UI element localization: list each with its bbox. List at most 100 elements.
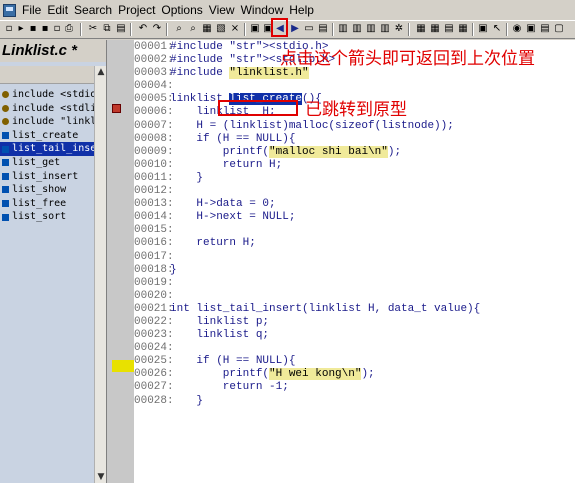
find-files-icon[interactable]: ▦ (200, 22, 214, 36)
scroll-up-icon[interactable]: ▲ (96, 66, 106, 78)
redo-icon[interactable]: ↷ (150, 22, 164, 36)
symbol-item[interactable]: include "linklist. (0, 115, 94, 129)
sync-icon[interactable]: ✲ (392, 22, 406, 36)
code-line[interactable]: 00003: #include "linklist.h" (134, 67, 480, 80)
menu-file[interactable]: File (19, 3, 44, 17)
code-line[interactable]: 00008: if (H == NULL){ (134, 133, 480, 146)
line-number: 00021: (134, 302, 174, 315)
jump-icon[interactable]: ▭ (302, 22, 316, 36)
line-number: 00018: (134, 263, 174, 276)
cascade-icon[interactable]: ▦ (428, 22, 442, 36)
code-line[interactable]: 00023: linklist q; (134, 329, 480, 342)
line-number: 00003: (134, 67, 174, 80)
symbol-item[interactable]: list_tail_insert (0, 142, 94, 156)
code-line[interactable]: 00010: return H; (134, 159, 480, 172)
code-text: printf("malloc shi bai\n"); (170, 145, 402, 158)
menu-search[interactable]: Search (71, 3, 115, 17)
undo-icon[interactable]: ↶ (136, 22, 150, 36)
annotation-jumped: 已跳转到原型 (305, 100, 407, 120)
symbol-item[interactable]: list_insert (0, 170, 94, 184)
list-icon[interactable]: ▤ (316, 22, 330, 36)
symbol-list: include <stdio.h> include <stdlib.h> inclu… (0, 88, 94, 224)
app-icon (3, 3, 16, 17)
tile-icon[interactable]: ▦ (414, 22, 428, 36)
paste-icon[interactable]: ▤ (114, 22, 128, 36)
code-line[interactable]: 00028: } (134, 395, 480, 408)
split-icon[interactable]: ▤ (442, 22, 456, 36)
file-title[interactable]: Linklist.c * (0, 40, 106, 62)
menu-edit[interactable]: Edit (44, 3, 71, 17)
symbol-label: include <stdio.h> (12, 89, 94, 100)
cut-icon[interactable]: ✂ (86, 22, 100, 36)
code-line[interactable]: 00019: (134, 277, 480, 290)
code-line[interactable]: 00021: int list_tail_insert(linklist H, d… (134, 303, 480, 316)
line-number: 00012: (134, 185, 174, 198)
scroll-down-icon[interactable]: ▼ (96, 471, 106, 483)
layout-icon[interactable]: ▦ (456, 22, 470, 36)
code-line[interactable]: 00026: printf("H wei kong\n"); (134, 368, 480, 381)
forward-arrow-icon[interactable]: ▶ (288, 22, 302, 36)
line-number: 00027: (134, 381, 174, 394)
project-window-icon[interactable]: ▥ (350, 22, 364, 36)
code-line[interactable]: 00024: (134, 342, 480, 355)
line-number: 00010: (134, 158, 174, 171)
code-line[interactable]: 00009: printf("malloc shi bai\n"); (134, 145, 480, 159)
code-line[interactable]: 00013: H->data = 0; (134, 198, 480, 211)
symbol-item[interactable]: include <stdlib.h> (0, 102, 94, 116)
symbol-label: list_free (12, 197, 67, 209)
menu-help[interactable]: Help (286, 3, 317, 17)
code-line[interactable]: 00014: H->next = NULL; (134, 211, 480, 224)
browse-icon[interactable]: ▣ (476, 22, 490, 36)
symbol-window-icon[interactable]: ▥ (336, 22, 350, 36)
menu-project[interactable]: Project (115, 3, 158, 17)
code-line[interactable]: 00007: H = (linklist)malloc(sizeof(listn… (134, 120, 480, 133)
print-icon[interactable]: ⎙ (62, 22, 76, 36)
view-icon[interactable]: ▤ (538, 22, 552, 36)
bookmark-icon[interactable]: ▣ (248, 22, 262, 36)
menu-window[interactable]: Window (238, 3, 287, 17)
symbol-item[interactable]: list_create (0, 129, 94, 143)
line-number: 00004: (134, 80, 174, 93)
code-line[interactable]: 00020: (134, 290, 480, 303)
code-line[interactable]: 00018:} (134, 264, 480, 277)
copy-icon[interactable]: ⧉ (100, 22, 114, 36)
symbol-item[interactable]: list_show (0, 183, 94, 197)
relation-window-icon[interactable]: ▥ (364, 22, 378, 36)
menu-bar: File Edit Search Project Options View Wi… (0, 0, 575, 20)
code-line[interactable]: 00027: return -1; (134, 381, 480, 394)
code-line[interactable]: 00012: (134, 185, 480, 198)
symbol-panel-header (0, 66, 106, 84)
line-number: 00009: (134, 145, 174, 158)
options-icon[interactable]: ▢ (552, 22, 566, 36)
find-next-icon[interactable]: ⌕ (186, 22, 200, 36)
symbol-item[interactable]: list_sort (0, 210, 94, 224)
find-icon[interactable]: ⌕ (172, 22, 186, 36)
line-number: 00028: (134, 394, 174, 407)
line-number: 00011: (134, 171, 174, 184)
symbol-scrollbar[interactable]: ▲ ▼ (94, 66, 106, 483)
code-line[interactable]: 00016: return H; (134, 237, 480, 250)
code-line[interactable]: 00017: (134, 251, 480, 264)
code-line[interactable]: 00011: } (134, 172, 480, 185)
code-text: printf("H wei kong\n"); (170, 368, 375, 381)
symbol-item[interactable]: include <stdio.h> (0, 88, 94, 102)
code-line[interactable]: 00025: if (H == NULL){ (134, 355, 480, 368)
goto-icon[interactable]: ◉ (510, 22, 524, 36)
line-number: 00020: (134, 289, 174, 302)
replace-icon[interactable]: ▧ (214, 22, 228, 36)
menu-view[interactable]: View (206, 3, 238, 17)
symbol-item[interactable]: list_get (0, 156, 94, 170)
code-line[interactable]: 00015: (134, 224, 480, 237)
context-window-icon[interactable]: ▥ (378, 22, 392, 36)
replace-files-icon[interactable]: ⨯ (228, 22, 242, 36)
code-line[interactable]: 00022: linklist p; (134, 316, 480, 329)
outline-icon[interactable]: ▣ (524, 22, 538, 36)
code-line[interactable]: 00004: (134, 80, 480, 93)
include-icon (2, 91, 9, 99)
include-icon (2, 104, 9, 112)
line-number: 00006: (134, 106, 174, 119)
menu-options[interactable]: Options (158, 3, 205, 17)
pointer-icon[interactable]: ↖ (490, 22, 504, 36)
symbol-item[interactable]: list_free (0, 197, 94, 211)
code-text: if (H == NULL){ (170, 132, 296, 145)
